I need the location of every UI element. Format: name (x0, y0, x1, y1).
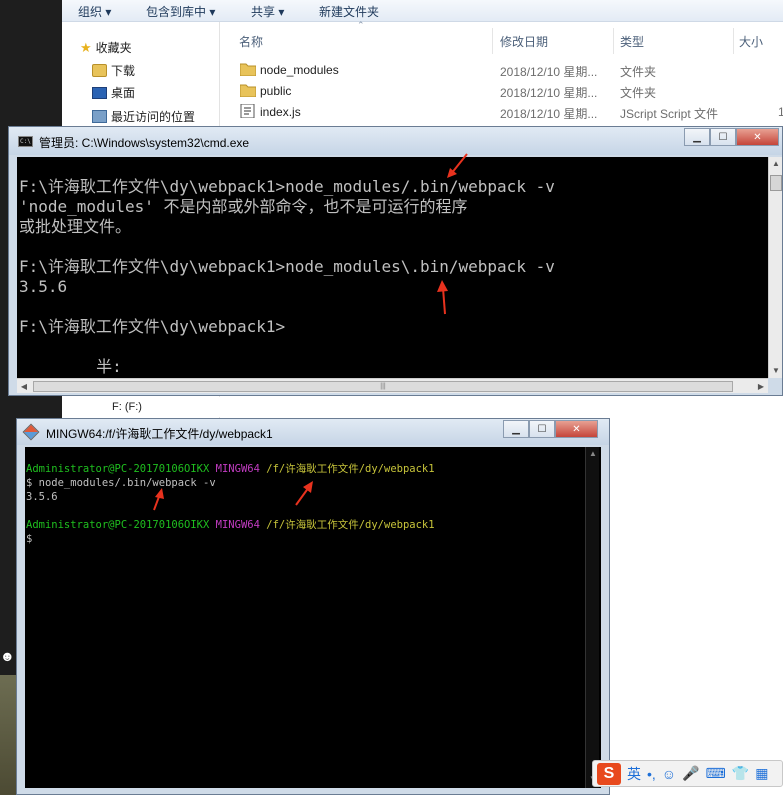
script-file-icon (240, 104, 255, 118)
annotation-arrow (447, 153, 468, 178)
file-row[interactable]: public 2018/12/10 星期... 文件夹 (230, 81, 783, 102)
include-in-library-button[interactable]: 包含到库中 ▾ (146, 3, 215, 20)
bash-command-line: $ node_modules/.bin/webpack -v (26, 477, 216, 489)
language-mode-toggle[interactable]: 英 (627, 764, 641, 784)
maximize-button[interactable]: ☐ (529, 420, 555, 438)
file-row[interactable]: node_modules 2018/12/10 星期... 文件夹 (230, 60, 783, 81)
cmd-title-bar[interactable]: C:\ 管理员: C:\Windows\system32\cmd.exe ▁ ☐… (9, 127, 782, 155)
mingw-title-bar[interactable]: MINGW64:/f/许海耿工作文件/dy/webpack1 ▁ ☐ ✕ (17, 419, 609, 445)
sort-up-icon: ⌃ (357, 20, 365, 30)
emoji-icon[interactable]: ☺ (662, 766, 676, 782)
nav-recent-places[interactable]: 最近访问的位置 (92, 108, 195, 125)
column-modified[interactable]: 修改日期 (500, 33, 548, 50)
nav-favorites[interactable]: ★ 收藏夹 (80, 39, 132, 56)
smiley-icon: ☻ (0, 648, 15, 664)
star-icon: ★ (80, 39, 92, 55)
download-folder-icon (92, 64, 107, 77)
annotation-arrow (437, 280, 448, 315)
column-separator[interactable] (613, 28, 614, 54)
scroll-thumb[interactable] (770, 175, 782, 191)
scroll-left-arrow[interactable]: ◀ (17, 379, 31, 394)
cmd-console[interactable]: F:\许海耿工作文件\dy\webpack1>node_modules/.bin… (17, 157, 768, 378)
cmd-window-title: 管理员: C:\Windows\system32\cmd.exe (39, 136, 250, 150)
console-line: 半: (19, 357, 122, 376)
scroll-up-arrow[interactable]: ▲ (586, 449, 600, 461)
ime-toolbar: S 英 •, ☺ 🎤 ⌨ 👕 ▦ (592, 760, 783, 787)
nav-desktop[interactable]: 桌面 (92, 84, 135, 101)
scroll-right-arrow[interactable]: ▶ (754, 379, 768, 394)
recent-places-icon (92, 110, 107, 123)
navigation-pane-partial: F: (F:) (62, 397, 222, 417)
voice-icon[interactable]: 🎤 (682, 765, 699, 782)
close-button[interactable]: ✕ (555, 420, 598, 438)
scroll-up-arrow[interactable]: ▲ (769, 157, 783, 171)
column-type[interactable]: 类型 (620, 33, 644, 50)
organize-button[interactable]: 组织 ▾ (78, 3, 111, 20)
console-line: F:\许海耿工作文件\dy\webpack1>node_modules/.bin… (19, 177, 555, 196)
column-name[interactable]: 名称 (239, 33, 263, 50)
bash-prompt-line: Administrator@PC-20170106OIKX MINGW64 /f… (26, 463, 435, 475)
desktop-icon (92, 86, 107, 99)
keyboard-icon[interactable]: ⌨ (706, 765, 726, 782)
minimize-button[interactable]: ▁ (684, 128, 710, 146)
folder-icon (240, 84, 256, 97)
console-line: 3.5.6 (19, 277, 68, 296)
file-row[interactable]: index.js 2018/12/10 星期... JScript Script… (230, 102, 783, 123)
cmd-window: C:\ 管理员: C:\Windows\system32\cmd.exe ▁ ☐… (8, 126, 783, 396)
annotation-arrow (153, 488, 164, 511)
cmd-app-icon: C:\ (18, 136, 33, 147)
annotation-arrow (295, 481, 313, 506)
sogou-logo-icon[interactable]: S (597, 762, 621, 785)
nav-drive-f[interactable]: F: (F:) (112, 401, 142, 413)
git-bash-icon (22, 423, 40, 441)
mingw-window-title: MINGW64:/f/许海耿工作文件/dy/webpack1 (46, 427, 273, 441)
bash-scrollbar[interactable]: ▲ ▼ (585, 447, 599, 788)
mingw-window: MINGW64:/f/许海耿工作文件/dy/webpack1 ▁ ☐ ✕ Adm… (16, 418, 610, 795)
minimize-button[interactable]: ▁ (503, 420, 529, 438)
toolbox-icon[interactable]: ▦ (755, 765, 768, 782)
column-headers: 名称 ⌃ 修改日期 类型 大小 (230, 20, 783, 54)
column-size[interactable]: 大小 (739, 33, 763, 50)
cmd-horizontal-scrollbar[interactable]: ◀ ||| ▶ (17, 378, 768, 393)
bash-prompt-line: Administrator@PC-20170106OIKX MINGW64 /f… (26, 519, 435, 531)
bash-output-line: 3.5.6 (26, 491, 58, 503)
console-line: 或批处理文件。 (19, 217, 132, 236)
bash-cursor-line: $ (26, 533, 33, 545)
explorer-toolbar: 组织 ▾ 包含到库中 ▾ 共享 ▾ 新建文件夹 (62, 0, 783, 22)
console-line: 'node_modules' 不是内部或外部命令，也不是可运行的程序 (19, 197, 468, 216)
skin-icon[interactable]: 👕 (732, 765, 749, 782)
maximize-button[interactable]: ☐ (710, 128, 736, 146)
column-separator[interactable] (492, 28, 493, 54)
share-button[interactable]: 共享 ▾ (251, 3, 284, 20)
console-line: F:\许海耿工作文件\dy\webpack1>node_modules\.bin… (19, 257, 555, 276)
column-separator[interactable] (733, 28, 734, 54)
scroll-thumb[interactable]: ||| (33, 381, 733, 392)
cmd-vertical-scrollbar[interactable]: ▲ ▼ (768, 157, 782, 378)
close-button[interactable]: ✕ (736, 128, 779, 146)
console-line: F:\许海耿工作文件\dy\webpack1> (19, 317, 286, 336)
new-folder-button[interactable]: 新建文件夹 (319, 3, 379, 20)
punctuation-icon[interactable]: •, (647, 766, 656, 782)
scroll-down-arrow[interactable]: ▼ (769, 364, 783, 378)
folder-icon (240, 63, 256, 76)
nav-downloads[interactable]: 下载 (92, 62, 135, 79)
